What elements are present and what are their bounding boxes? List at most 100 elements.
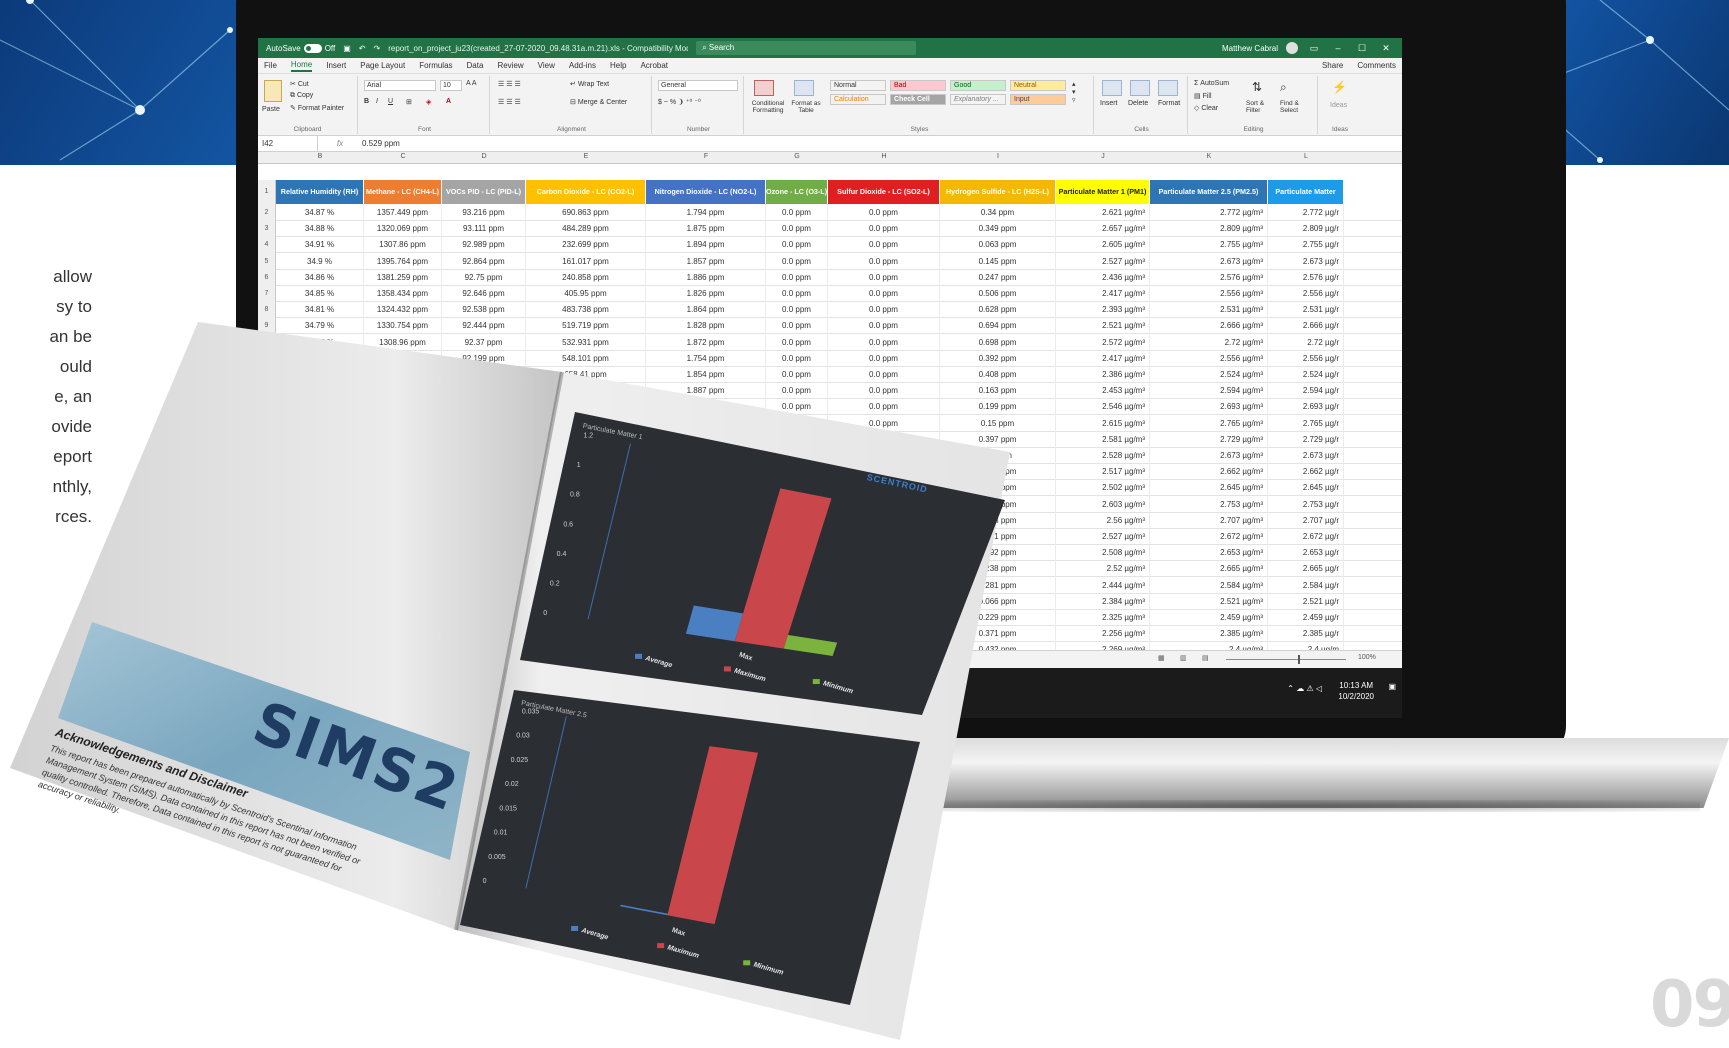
table-cell[interactable]: 2.645 µg/m³ [1150, 479, 1268, 497]
table-cell[interactable]: 0.0 ppm [828, 220, 940, 238]
format-painter-button[interactable]: ✎ Format Painter [290, 104, 344, 112]
delete-button[interactable]: Delete [1128, 100, 1148, 107]
table-cell[interactable] [364, 495, 442, 513]
table-cell[interactable]: 0.0 ppm [828, 382, 940, 400]
table-cell[interactable]: 2.673 µg/m³ [1150, 447, 1268, 464]
delete-cells-icon[interactable] [1130, 80, 1150, 96]
table-cell[interactable] [276, 560, 364, 578]
table-cell[interactable] [276, 625, 364, 643]
table-cell[interactable]: 658.41 ppm [526, 366, 646, 383]
table-cell[interactable]: 1.864 ppm [646, 301, 766, 319]
table-cell[interactable] [646, 609, 766, 626]
autosum-button[interactable]: Σ AutoSum [1194, 80, 1229, 87]
table-cell[interactable] [766, 576, 828, 594]
table-cell[interactable] [276, 463, 364, 481]
table-cell[interactable]: 0.0 ppm [828, 317, 940, 335]
table-cell[interactable] [442, 430, 526, 448]
table-cell[interactable] [766, 544, 828, 562]
align-top-icon[interactable]: ☰ ☰ ☰ [498, 80, 521, 88]
table-cell[interactable]: 2.417 µg/m³ [1056, 349, 1150, 367]
style-bad[interactable]: Bad [890, 80, 946, 91]
table-cell[interactable] [276, 447, 364, 464]
row-number[interactable]: 13 [258, 382, 276, 400]
table-cell[interactable]: 1.886 ppm [646, 268, 766, 286]
table-cell[interactable] [526, 463, 646, 481]
table-cell[interactable] [276, 511, 364, 529]
table-cell[interactable]: 93.216 ppm [442, 204, 526, 221]
table-cell[interactable] [646, 447, 766, 464]
font-color-icon[interactable]: A [446, 98, 451, 105]
table-cell[interactable]: 34.75 % [276, 333, 364, 351]
table-cell[interactable]: 2.765 µg/m³ [1150, 414, 1268, 432]
table-cell[interactable]: 2.809 µg/m³ [1150, 220, 1268, 238]
row-number[interactable]: 23 [258, 544, 276, 562]
wrap-text-button[interactable]: ↵ Wrap Text [570, 80, 609, 88]
column-letter[interactable]: L [1268, 153, 1344, 160]
column-letter[interactable]: K [1150, 153, 1268, 160]
align-left-icon[interactable]: ☰ ☰ ☰ [498, 98, 521, 106]
table-cell[interactable] [442, 544, 526, 562]
save-icon[interactable]: ▣ [343, 44, 351, 53]
table-cell[interactable]: 2.417 µg/m³ [1056, 285, 1150, 302]
table-cell[interactable]: 0.608 ppm [940, 511, 1056, 529]
tab-help[interactable]: Help [610, 61, 626, 70]
table-cell[interactable] [766, 495, 828, 513]
style-input[interactable]: Input [1010, 94, 1066, 105]
table-cell[interactable]: 519.719 ppm [526, 317, 646, 335]
table-cell[interactable] [442, 560, 526, 578]
table-cell[interactable] [364, 560, 442, 578]
table-cell[interactable]: 0.0 ppm [828, 576, 940, 594]
table-cell[interactable] [276, 495, 364, 513]
table-cell[interactable]: 2.672 µg/m³ [1150, 528, 1268, 545]
table-cell[interactable]: 0.0 ppm [828, 414, 940, 432]
table-cell[interactable]: 0.371 ppm [940, 625, 1056, 643]
table-cell[interactable]: 1395.764 ppm [364, 252, 442, 270]
format-button[interactable]: Format [1158, 100, 1180, 107]
table-cell[interactable]: 2.673 µg/m³ [1150, 252, 1268, 270]
tab-review[interactable]: Review [497, 61, 523, 70]
table-cell[interactable]: 0.0 ppm [828, 285, 940, 302]
table-cell[interactable] [276, 430, 364, 448]
toggle-switch-icon[interactable] [303, 43, 322, 53]
conditional-formatting-button[interactable]: Conditional Formatting [748, 100, 788, 114]
table-cell[interactable] [526, 625, 646, 643]
table-cell[interactable]: 2.72 µg/r [1268, 333, 1344, 351]
table-cell[interactable]: 2.56 µg/m³ [1056, 511, 1150, 529]
table-cell[interactable] [276, 609, 364, 626]
table-cell[interactable]: 0.0 ppm [766, 398, 828, 416]
font-grow-icon[interactable]: A A [466, 80, 477, 87]
table-cell[interactable] [364, 447, 442, 464]
row-number[interactable]: 20 [258, 495, 276, 513]
column-header[interactable]: Methane - LC (CH4-L) [364, 180, 442, 204]
table-cell[interactable]: 2.693 µg/m³ [1150, 398, 1268, 416]
table-cell[interactable]: 2.665 µg/r [1268, 560, 1344, 578]
row-number[interactable]: 10 [258, 333, 276, 351]
table-cell[interactable]: 0.063 ppm [940, 236, 1056, 254]
table-cell[interactable]: 1381.259 ppm [364, 268, 442, 286]
column-letter[interactable]: J [1056, 153, 1150, 160]
tab-acrobat[interactable]: Acrobat [640, 61, 668, 70]
table-cell[interactable] [646, 479, 766, 497]
table-cell[interactable]: 0.247 ppm [940, 268, 1056, 286]
name-box[interactable]: I42 [258, 136, 318, 151]
table-cell[interactable]: 2.605 µg/m³ [1056, 236, 1150, 254]
table-cell[interactable]: 2.755 µg/m³ [1150, 236, 1268, 254]
table-cell[interactable]: 2.528 µg/m³ [1056, 447, 1150, 464]
table-cell[interactable]: 1324.432 ppm [364, 301, 442, 319]
table-cell[interactable]: 2.653 µg/r [1268, 544, 1344, 562]
table-cell[interactable]: 1.875 ppm [646, 220, 766, 238]
row-number[interactable]: 22 [258, 528, 276, 545]
table-cell[interactable]: 0.0 ppm [766, 301, 828, 319]
table-cell[interactable]: 0.451 ppm [940, 528, 1056, 545]
table-cell[interactable]: 2.386 µg/m³ [1056, 366, 1150, 383]
table-cell[interactable]: 2.653 µg/m³ [1150, 544, 1268, 562]
excel-taskbar-icon[interactable] [896, 682, 910, 696]
table-cell[interactable] [364, 528, 442, 545]
row-number[interactable]: 25 [258, 576, 276, 594]
table-cell[interactable]: 1358.434 ppm [364, 285, 442, 302]
table-cell[interactable]: 34.81 % [276, 301, 364, 319]
table-cell[interactable]: 1.826 ppm [646, 285, 766, 302]
table-cell[interactable]: 2.809 µg/r [1268, 220, 1344, 238]
table-cell[interactable]: 1.828 ppm [646, 317, 766, 335]
row-number[interactable]: 28 [258, 625, 276, 643]
